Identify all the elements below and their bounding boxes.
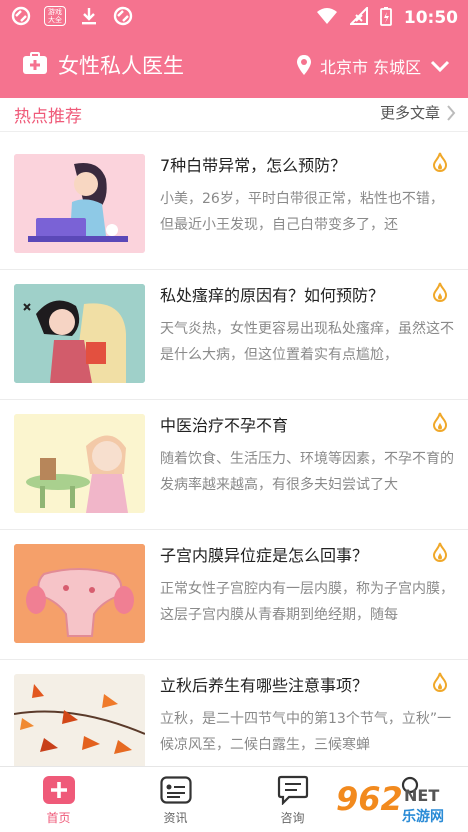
medical-kit-icon [22,52,48,76]
chat-icon [276,775,310,805]
article-thumbnail [14,544,145,643]
app-header: 女性私人医生 北京市 东城区 [0,34,468,98]
chevron-down-icon[interactable] [430,58,450,73]
game-badge-icon: 游戏大全 [44,6,66,26]
article-thumbnail [14,154,145,253]
signal-icon [348,5,368,29]
app-icon [10,5,32,27]
article-item[interactable]: 7种白带异常，怎么预防？ 小美，26岁，平时白带很正常，粘性也不错，但最近小王发… [0,140,468,270]
article-thumbnail [14,284,145,383]
more-articles-link[interactable]: 更多文章 [380,102,456,123]
chevron-right-icon [447,104,456,121]
hot-flame-icon [432,282,448,303]
article-item[interactable]: 子宫内膜异位症是怎么回事？ 正常女性子宫腔内有一层内膜，称为子宫内膜，这层子宫内… [0,530,468,660]
location-selector[interactable]: 北京市 东城区 [320,54,421,78]
article-item[interactable]: 私处瘙痒的原因有？如何预防？ 天气炎热，女性更容易出现私处瘙痒，虽然这不是什么大… [0,270,468,400]
wifi-icon [316,7,338,29]
hot-flame-icon [432,672,448,693]
hot-flame-icon [432,152,448,173]
download-icon [78,5,100,27]
article-summary: 正常女性子宫腔内有一层内膜，称为子宫内膜，这层子宫内膜从青春期到绝经期，随每 [160,581,454,623]
article-title: 立秋后养生有哪些注意事项？ [160,676,369,695]
tab-label: 首页 [46,811,71,825]
article-title: 子宫内膜异位症是怎么回事？ [160,546,369,565]
news-card-icon [159,775,193,805]
app-title: 女性私人医生 [58,54,184,78]
game-badge-text: 游戏大全 [48,8,62,24]
hot-flame-icon [432,412,448,433]
watermark-number: 962 [336,780,403,818]
article-title: 7种白带异常，怎么预防？ [160,156,347,175]
tab-label: 咨询 [280,811,305,825]
watermark-site-name: 乐游网 [402,809,444,825]
article-item[interactable]: 中医治疗不孕不育 随着饮食、生活压力、环境等因素，不孕不育的发病率越来越高，有很… [0,400,468,530]
tab-news[interactable]: 资讯 [117,767,234,832]
hot-section-header: 热点推荐 更多文章 [0,98,468,132]
section-title: 热点推荐 [14,107,82,127]
article-summary: 随着饮食、生活压力、环境等因素，不孕不育的发病率越来越高，有很多夫妇尝试了大 [160,451,454,493]
clock: 10:50 [403,8,458,28]
status-bar: 游戏大全 10:50 [0,0,468,34]
app-icon [112,5,134,27]
article-thumbnail [14,674,145,773]
site-watermark: 962 NET 乐游网 [330,778,468,832]
article-summary: 小美，26岁，平时白带很正常，粘性也不错，但最近小王发现，自己白带变多了，还 [160,191,444,233]
hot-flame-icon [432,542,448,563]
watermark-net: NET [404,786,440,805]
battery-charging-icon [379,6,392,30]
location-pin-icon[interactable] [296,54,312,76]
tab-label: 资讯 [163,811,188,825]
tab-home[interactable]: 首页 [0,767,117,832]
article-summary: 立秋，是二十四节气中的第13个节气，立秋”一候凉风至，二候白露生，三候寒蝉 [160,711,452,753]
article-title: 私处瘙痒的原因有？如何预防？ [160,286,385,305]
article-thumbnail [14,414,145,513]
home-plus-icon [42,775,76,805]
article-summary: 天气炎热，女性更容易出现私处瘙痒，虽然这不是什么大病，但这位置着实有点尴尬， [160,321,454,363]
more-articles-label: 更多文章 [379,104,440,122]
article-title: 中医治疗不孕不育 [160,416,289,435]
